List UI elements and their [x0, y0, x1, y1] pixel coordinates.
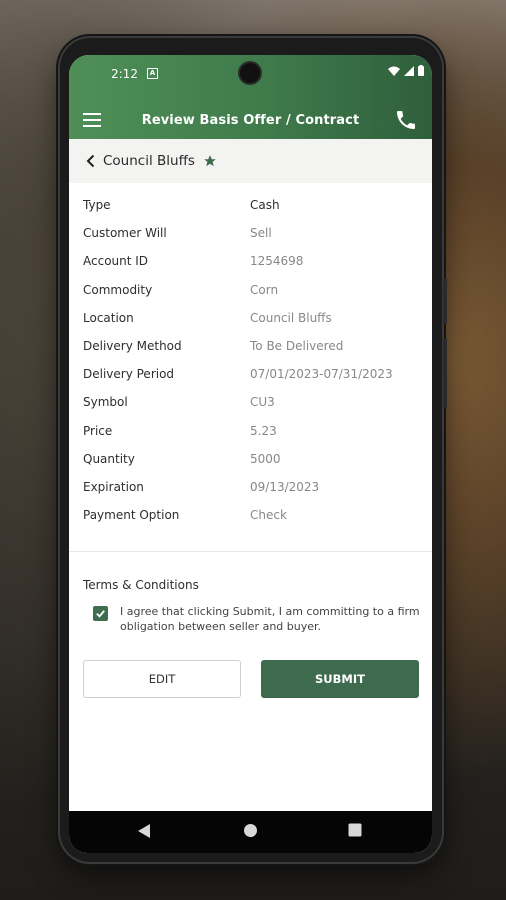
detail-value: 5.23 — [250, 423, 277, 438]
detail-value: To Be Delivered — [250, 339, 344, 354]
detail-value: Cash — [250, 198, 280, 213]
detail-row: Type Cash — [83, 191, 423, 219]
nav-back-icon[interactable] — [137, 823, 151, 839]
detail-value: 5000 — [250, 451, 281, 466]
detail-value: 07/01/2023-07/31/2023 — [250, 367, 393, 382]
detail-label: Expiration — [83, 479, 144, 494]
detail-value: Check — [250, 508, 287, 523]
volume-button — [443, 278, 447, 324]
star-icon[interactable] — [203, 154, 217, 168]
detail-label: Delivery Period — [83, 367, 175, 382]
detail-value: 09/13/2023 — [250, 479, 320, 494]
terms-agreement: I agree that clicking Submit, I am commi… — [93, 604, 423, 634]
detail-value: Council Bluffs — [250, 310, 332, 325]
signal-icon — [404, 65, 414, 76]
detail-label: Payment Option — [83, 508, 180, 523]
detail-row: Symbol CU3 — [83, 388, 423, 416]
detail-row: Account ID 1254698 — [83, 247, 423, 275]
detail-row: Expiration 09/13/2023 — [83, 473, 423, 501]
chevron-left-icon[interactable] — [81, 151, 101, 171]
details-list: Type Cash Customer Will Sell Account ID 125… — [83, 191, 423, 529]
nav-home-icon[interactable] — [243, 823, 258, 838]
submit-button[interactable]: SUBMIT — [261, 660, 419, 698]
phone-icon[interactable] — [394, 108, 418, 132]
phone-frame: 2:12 A Review Basis Offer / Contract Cou… — [60, 38, 447, 862]
detail-value: Sell — [250, 226, 272, 241]
status-bar: 2:12 A — [69, 55, 432, 93]
detail-label: Price — [83, 423, 113, 438]
detail-label: Type — [83, 198, 111, 213]
detail-row: Delivery Period 07/01/2023-07/31/2023 — [83, 360, 423, 388]
app-screen: 2:12 A Review Basis Offer / Contract Cou… — [69, 55, 432, 853]
power-button — [443, 338, 447, 408]
location-name: Council Bluffs — [103, 153, 195, 169]
status-time: 2:12 — [111, 67, 138, 81]
notification-a-icon: A — [147, 68, 158, 79]
battery-icon — [418, 65, 424, 76]
detail-row: Payment Option Check — [83, 501, 423, 529]
page-title: Review Basis Offer / Contract — [141, 113, 360, 128]
front-camera — [240, 63, 260, 83]
detail-row: Location Council Bluffs — [83, 304, 423, 332]
nav-recents-icon[interactable] — [348, 823, 362, 837]
detail-row: Quantity 5000 — [83, 445, 423, 473]
detail-row: Delivery Method To Be Delivered — [83, 332, 423, 360]
detail-value: Corn — [250, 282, 279, 297]
detail-value: 1254698 — [250, 254, 304, 269]
detail-label: Symbol — [83, 395, 128, 410]
detail-row: Price 5.23 — [83, 417, 423, 445]
detail-row: Customer Will Sell — [83, 219, 423, 247]
terms-text: I agree that clicking Submit, I am commi… — [120, 605, 420, 633]
detail-label: Quantity — [83, 451, 135, 466]
system-nav-bar — [69, 811, 432, 853]
terms-checkbox[interactable] — [93, 606, 108, 621]
detail-label: Account ID — [83, 254, 149, 269]
detail-label: Location — [83, 310, 134, 325]
detail-label: Customer Will — [83, 226, 167, 241]
check-icon — [96, 610, 105, 618]
detail-label: Delivery Method — [83, 339, 182, 354]
section-divider — [69, 551, 432, 552]
location-bar: Council Bluffs — [69, 139, 432, 183]
edit-button[interactable]: EDIT — [83, 660, 241, 698]
wifi-icon — [388, 66, 400, 76]
terms-title: Terms & Conditions — [83, 578, 199, 592]
detail-label: Commodity — [83, 282, 153, 297]
detail-value: CU3 — [250, 395, 275, 410]
detail-row: Commodity Corn — [83, 276, 423, 304]
status-icons — [388, 65, 424, 76]
